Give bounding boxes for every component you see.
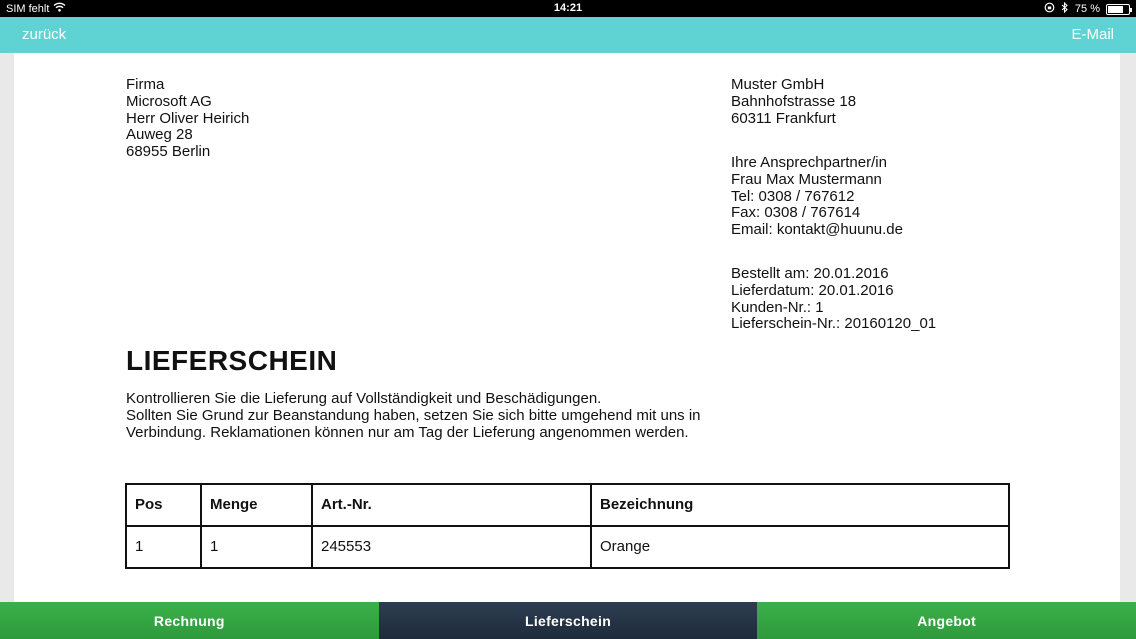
order-info: Bestellt am: 20.01.2016 Lieferdatum: 20.… [731,265,937,333]
battery-fill [1108,5,1123,13]
email-button[interactable]: E-Mail [1071,26,1114,43]
cell-menge: 1 [200,525,313,569]
sender-line: 60311 Frankfurt [731,109,836,127]
order-line: Kunden-Nr.: 1 [731,298,824,316]
status-right-group: 75 % [1044,1,1132,16]
delivery-note: Firma Microsoft AG Herr Oliver Heirich A… [14,53,1120,602]
items-table: Pos Menge Art.-Nr. Bezeichnung 1 1 24555… [125,483,1010,569]
column-header-menge: Menge [200,483,313,527]
column-header-bezeichnung: Bezeichnung [590,483,1010,527]
recipient-line: Auweg 28 [126,126,193,144]
contact-line: Fax: 0308 / 767614 [731,204,861,222]
back-button[interactable]: zurück [22,26,66,43]
notice-line: Sollten Sie Grund zur Beanstandung haben… [126,406,701,424]
table-row: 1 1 245553 Orange [125,525,1010,569]
sender-line: Bahnhofstrasse 18 [731,92,857,110]
notice-line: Kontrollieren Sie die Lieferung auf Voll… [126,390,602,407]
sender-line: Muster GmbH [731,76,825,93]
document-title: LIEFERSCHEIN [126,345,338,376]
recipient-line: Microsoft AG [126,92,212,110]
battery-percent: 75 % [1074,3,1100,15]
status-time: 14:21 [553,2,583,14]
recipient-line: Firma [126,76,165,93]
order-line: Bestellt am: 20.01.2016 [731,265,889,282]
contact-block: Ihre Ansprechpartner/in Frau Max Musterm… [731,154,903,239]
recipient-line: Herr Oliver Heirich [126,109,250,127]
bluetooth-icon [1061,1,1069,16]
notice-line: Verbindung. Reklamationen können nur am … [126,423,689,441]
nav-bar: zurück E-Mail [0,17,1136,53]
sender-address: Muster GmbH Bahnhofstrasse 18 60311 Fran… [731,76,857,127]
lock-rotation-icon [1044,2,1055,16]
column-header-art-nr: Art.-Nr. [311,483,592,527]
status-bar: SIM fehlt 14:21 75 % [0,0,1136,17]
contact-line: Frau Max Mustermann [731,170,882,188]
cell-pos: 1 [125,525,202,569]
contact-line: Tel: 0308 / 767612 [731,187,855,205]
recipient-line: 68955 Berlin [126,143,211,161]
table-header-row: Pos Menge Art.-Nr. Bezeichnung [125,483,1010,527]
tab-lieferschein[interactable]: Lieferschein [378,602,758,639]
bottom-tab-bar: Rechnung Lieferschein Angebot [0,602,1136,639]
document-page: Firma Microsoft AG Herr Oliver Heirich A… [14,53,1120,602]
contact-line: Email: kontakt@huunu.de [731,221,903,239]
cell-art-nr: 245553 [311,525,592,569]
recipient-address: Firma Microsoft AG Herr Oliver Heirich A… [126,76,250,161]
document-viewer[interactable]: Firma Microsoft AG Herr Oliver Heirich A… [0,53,1136,602]
contact-line: Ihre Ansprechpartner/in [731,154,887,171]
tab-rechnung[interactable]: Rechnung [0,602,379,639]
battery-icon [1106,3,1132,15]
column-header-pos: Pos [125,483,202,527]
cell-bezeichnung: Orange [590,525,1010,569]
notice-text: Kontrollieren Sie die Lieferung auf Voll… [126,390,946,441]
order-line: Lieferschein-Nr.: 20160120_01 [731,315,937,333]
tab-angebot[interactable]: Angebot [757,602,1136,639]
order-line: Lieferdatum: 20.01.2016 [731,281,894,299]
